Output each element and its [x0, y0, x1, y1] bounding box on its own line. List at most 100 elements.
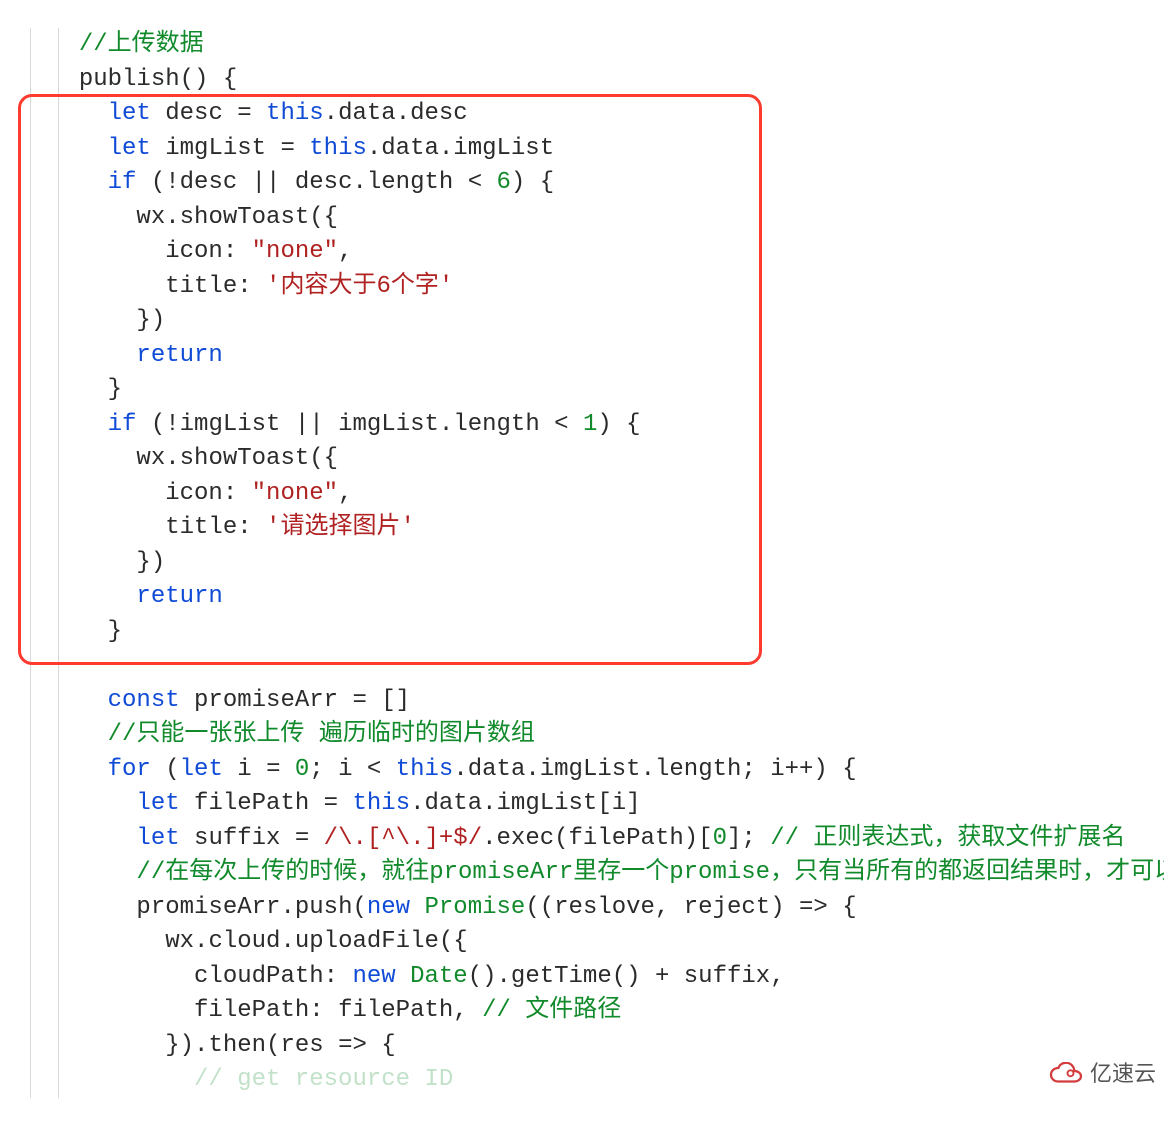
code-token: showToast	[180, 445, 310, 472]
code-token: filePath	[569, 825, 684, 852]
code-line[interactable]: icon: "none",	[50, 235, 1164, 270]
code-token: .	[324, 100, 338, 127]
code-token: .	[396, 100, 410, 127]
code-token: }).	[165, 1032, 208, 1059]
code-token: }	[108, 376, 122, 403]
code-token: .	[410, 790, 424, 817]
code-area[interactable]: //上传数据 publish() { let desc = this.data.…	[8, 28, 1164, 1098]
code-line[interactable]	[50, 649, 1164, 684]
code-line[interactable]: title: '请选择图片'	[50, 511, 1164, 546]
code-token: ++) {	[785, 756, 857, 783]
code-token: })	[136, 549, 165, 576]
code-token: (	[554, 825, 568, 852]
code-line[interactable]: }).then(res => {	[50, 1029, 1164, 1064]
code-line[interactable]: const promiseArr = []	[50, 684, 1164, 719]
code-line[interactable]: wx.showToast({	[50, 442, 1164, 477]
code-token: new	[352, 963, 395, 990]
code-token: <	[353, 756, 396, 783]
code-line[interactable]: cloudPath: new Date().getTime() + suffix…	[50, 960, 1164, 995]
code-token	[151, 100, 165, 127]
code-line[interactable]: promiseArr.push(new Promise((reslove, re…	[50, 891, 1164, 926]
code-line[interactable]: let imgList = this.data.imgList	[50, 132, 1164, 167]
code-token: () {	[180, 66, 238, 93]
code-token: title	[165, 514, 237, 541]
code-token: if	[108, 169, 137, 196]
code-token	[180, 687, 194, 714]
code-token: :	[223, 480, 252, 507]
code-token: :	[237, 273, 266, 300]
code-token: return	[136, 342, 222, 369]
code-token: // 正则表达式，获取文件扩展名	[770, 825, 1125, 852]
code-token: data	[425, 790, 483, 817]
code-token: .	[482, 825, 496, 852]
code-line[interactable]: //在每次上传的时候，就往promiseArr里存一个promise，只有当所有…	[50, 856, 1164, 891]
code-token: publish	[79, 66, 180, 93]
code-token: => {	[324, 1032, 396, 1059]
code-token: ,	[338, 480, 352, 507]
code-line[interactable]: wx.cloud.uploadFile({	[50, 925, 1164, 960]
code-token: length	[453, 411, 539, 438]
code-token: ,	[453, 997, 482, 1024]
code-line[interactable]: //只能一张张上传 遍历临时的图片数组	[50, 718, 1164, 753]
code-token: (	[266, 1032, 280, 1059]
code-token: filePath	[194, 997, 309, 1024]
code-token	[396, 963, 410, 990]
code-token: ,	[770, 963, 784, 990]
code-line[interactable]: publish() {	[50, 63, 1164, 98]
code-token: 6	[497, 169, 511, 196]
code-line[interactable]: }	[50, 615, 1164, 650]
code-token: imgList	[497, 790, 598, 817]
code-line[interactable]: filePath: filePath, // 文件路径	[50, 994, 1164, 1029]
code-token: this	[396, 756, 454, 783]
watermark: 亿速云	[1048, 1057, 1156, 1092]
code-token: :	[309, 997, 338, 1024]
code-line[interactable]: icon: "none",	[50, 477, 1164, 512]
code-token: .	[439, 411, 453, 438]
code-token: data	[381, 135, 439, 162]
code-line[interactable]: for (let i = 0; i < this.data.imgList.le…	[50, 753, 1164, 788]
code-line[interactable]: let filePath = this.data.imgList[i]	[50, 787, 1164, 822]
code-token	[410, 894, 424, 921]
code-token: cloudPath	[194, 963, 324, 990]
code-token: i	[770, 756, 784, 783]
code-token: let	[108, 100, 151, 127]
code-token: res	[280, 1032, 323, 1059]
code-token: if	[108, 411, 137, 438]
code-token: getTime	[511, 963, 612, 990]
code-token: desc	[410, 100, 468, 127]
code-token: length	[367, 169, 453, 196]
code-token: reslove	[554, 894, 655, 921]
code-token: ;	[741, 756, 770, 783]
code-token: "none"	[252, 238, 338, 265]
code-line[interactable]: if (!imgList || imgList.length < 1) {	[50, 408, 1164, 443]
code-line[interactable]: // get resource ID	[50, 1063, 1164, 1098]
code-token: .	[352, 169, 366, 196]
code-line[interactable]: let desc = this.data.desc	[50, 97, 1164, 132]
code-line[interactable]: }	[50, 373, 1164, 408]
code-line[interactable]: if (!desc || desc.length < 6) {	[50, 166, 1164, 201]
code-token: ({	[309, 204, 338, 231]
code-token: this	[352, 790, 410, 817]
code-token: () +	[612, 963, 684, 990]
code-token: i	[612, 790, 626, 817]
code-token: filePath =	[194, 790, 352, 817]
code-line[interactable]: wx.showToast({	[50, 201, 1164, 236]
code-token: desc	[180, 169, 238, 196]
code-line[interactable]: let suffix = /\.[^\.]+$/.exec(filePath)[…	[50, 822, 1164, 857]
code-token: let	[108, 135, 151, 162]
code-token: .	[165, 204, 179, 231]
code-line[interactable]: return	[50, 339, 1164, 374]
code-token: .	[482, 790, 496, 817]
code-line[interactable]: title: '内容大于6个字'	[50, 270, 1164, 305]
code-editor[interactable]: //上传数据 publish() { let desc = this.data.…	[0, 0, 1164, 1098]
code-line[interactable]: return	[50, 580, 1164, 615]
code-line[interactable]: //上传数据	[50, 28, 1164, 63]
code-token: imgList	[338, 411, 439, 438]
code-token: push	[295, 894, 353, 921]
code-token: ) => {	[770, 894, 856, 921]
code-token: )[	[684, 825, 713, 852]
code-line[interactable]: })	[50, 304, 1164, 339]
code-token: ((	[525, 894, 554, 921]
code-token: uploadFile	[295, 928, 439, 955]
code-line[interactable]: })	[50, 546, 1164, 581]
